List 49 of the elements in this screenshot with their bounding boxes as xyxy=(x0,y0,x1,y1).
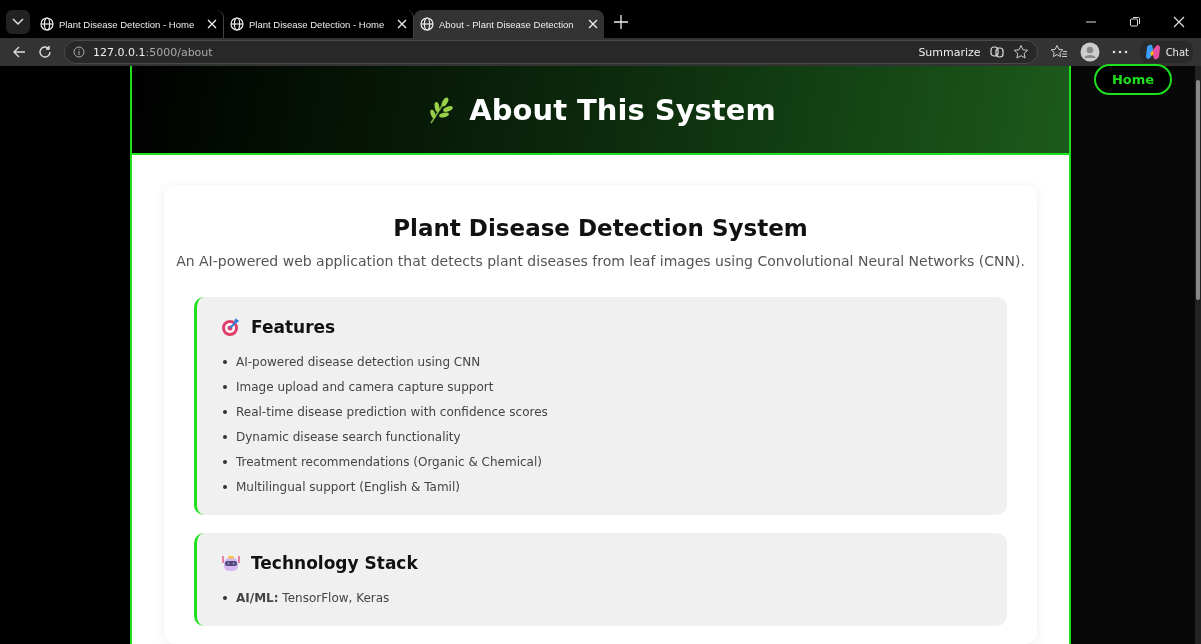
tab-title: About - Plant Disease Detection xyxy=(439,18,575,30)
bullet-icon xyxy=(223,484,227,489)
reload-icon[interactable] xyxy=(38,45,52,59)
section-title: Technology Stack xyxy=(251,553,418,573)
new-tab-icon[interactable] xyxy=(614,15,628,29)
page-title: About This System xyxy=(469,92,776,127)
tab-title: Plant Disease Detection - Home xyxy=(59,18,196,30)
scrollbar[interactable] xyxy=(1195,66,1201,644)
card-title: Plant Disease Detection System xyxy=(393,215,808,241)
bullet-icon xyxy=(223,459,227,464)
list-item: Treatment recommendations (Organic & Chemical) xyxy=(236,454,542,469)
close-icon[interactable] xyxy=(207,19,217,29)
description-text: An AI-powered web application that detects plant diseases from leaf images using Convolutional Neural Networks (CNN). xyxy=(176,253,1025,269)
list-item: Dynamic disease search functionality xyxy=(236,429,461,444)
close-icon[interactable] xyxy=(588,19,598,29)
chat-button[interactable]: Chat xyxy=(1139,41,1193,63)
home-button[interactable]: Home xyxy=(1093,64,1173,95)
list-item: AI-powered disease detection using CNN xyxy=(236,354,481,369)
info-icon xyxy=(73,46,85,58)
bullet-icon xyxy=(223,359,227,364)
tab-menu-button[interactable] xyxy=(6,10,30,34)
tab-title: Plant Disease Detection - Home xyxy=(249,18,386,30)
list-item: AI/ML: TensorFlow, Keras xyxy=(236,590,390,605)
bullet-icon xyxy=(223,434,227,439)
bullet-icon xyxy=(223,384,227,389)
address-field[interactable]: 127.0.0.1:5000/about Summarize xyxy=(64,40,1038,64)
list-item: Image upload and camera capture support xyxy=(236,379,494,394)
close-icon[interactable] xyxy=(1173,16,1185,28)
robot-icon xyxy=(221,553,241,573)
profile-icon[interactable] xyxy=(1079,42,1100,62)
target-icon xyxy=(221,317,241,337)
close-icon[interactable] xyxy=(397,19,407,29)
section-title: Features xyxy=(251,317,336,337)
globe-icon xyxy=(420,17,434,31)
globe-icon xyxy=(230,17,244,31)
list-item: Multilingual support (English & Tamil) xyxy=(236,479,460,494)
globe-icon xyxy=(40,17,54,31)
more-icon[interactable] xyxy=(1111,50,1128,54)
list-item: Real-time disease prediction with confidence scores xyxy=(236,404,548,419)
url-text: 127.0.0.1:5000/about xyxy=(93,45,213,59)
back-icon[interactable] xyxy=(12,45,26,59)
star-icon[interactable] xyxy=(1012,44,1029,60)
favorites-icon[interactable] xyxy=(1049,44,1068,60)
bullet-icon xyxy=(223,409,227,414)
bullet-icon xyxy=(223,595,227,600)
restore-icon[interactable] xyxy=(1129,16,1141,28)
summarize-button[interactable]: Summarize xyxy=(918,45,981,59)
browser-tab[interactable]: About - Plant Disease Detection xyxy=(414,10,604,38)
chevron-icon xyxy=(12,18,24,26)
